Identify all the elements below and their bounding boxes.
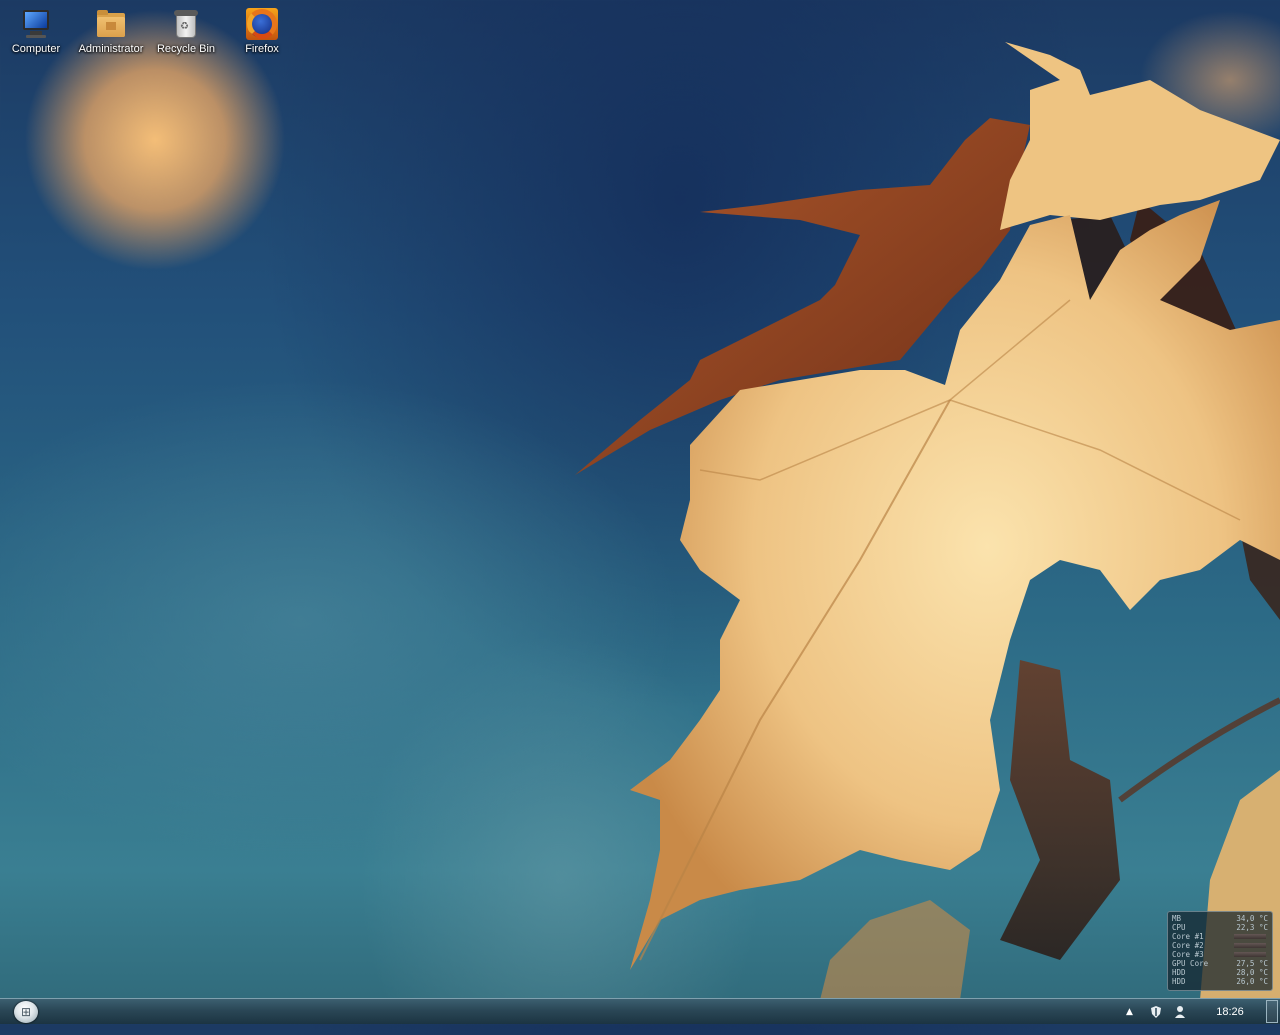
gadget-row-value: 27,5 °C	[1236, 959, 1268, 968]
desktop-icon-computer[interactable]: Computer	[0, 6, 74, 55]
temperature-monitor-gadget[interactable]: MB 34,0 °C CPU 22,3 °C Core #1 Core #2 C…	[1167, 911, 1273, 991]
gadget-row-cpu: CPU 22,3 °C	[1172, 923, 1268, 932]
gadget-row-bar	[1234, 952, 1266, 957]
gadget-row-label: HDD	[1172, 977, 1186, 986]
wallpaper-autumn-leaves	[575, 42, 1280, 1000]
desktop-icon-label: Administrator	[78, 43, 144, 55]
gadget-row-value: 28,0 °C	[1236, 968, 1268, 977]
desktop-icon-administrator[interactable]: Administrator	[73, 6, 149, 55]
windows-logo-icon: ⊞	[20, 1005, 32, 1019]
computer-icon	[20, 8, 52, 40]
firefox-icon	[246, 8, 278, 40]
gadget-row-value: 34,0 °C	[1236, 914, 1268, 923]
gadget-row-label: CPU	[1172, 923, 1186, 932]
tray-expand-icon[interactable]: ▲	[1126, 999, 1133, 1025]
desktop-icon-firefox[interactable]: Firefox	[224, 6, 300, 55]
desktop-icon-recycle-bin[interactable]: ♻ Recycle Bin	[148, 6, 224, 55]
show-desktop-button[interactable]	[1266, 1000, 1278, 1023]
gadget-row-label: Core #3	[1172, 950, 1204, 959]
gadget-row-label: HDD	[1172, 968, 1186, 977]
gadget-row-core-1: Core #1	[1172, 932, 1268, 941]
gadget-row-bar	[1234, 934, 1266, 939]
gadget-row-label: GPU Core	[1172, 959, 1209, 968]
start-button[interactable]: ⊞	[14, 1001, 38, 1023]
gadget-row-value: 22,3 °C	[1236, 923, 1268, 932]
gadget-row-label: MB	[1172, 914, 1182, 923]
gadget-row-hdd-2: HDD 26,0 °C	[1172, 977, 1268, 986]
gadget-row-core-3: Core #3	[1172, 950, 1268, 959]
user-icon[interactable]	[1174, 999, 1186, 1025]
taskbar: ⊞ ▲ 18:26	[0, 998, 1280, 1024]
gadget-row-gpu-core: GPU Core 27,5 °C	[1172, 959, 1268, 968]
gadget-row-value: 26,0 °C	[1236, 977, 1268, 986]
desktop-icon-label: Computer	[11, 43, 61, 55]
user-folder-icon	[95, 8, 127, 40]
clock[interactable]: 18:26	[1207, 999, 1253, 1025]
gadget-row-mb: MB 34,0 °C	[1172, 914, 1268, 923]
recycle-bin-icon: ♻	[170, 8, 202, 40]
desktop-icon-label: Firefox	[245, 43, 279, 55]
gadget-row-core-2: Core #2	[1172, 941, 1268, 950]
shield-icon[interactable]	[1150, 999, 1162, 1025]
gadget-row-label: Core #1	[1172, 932, 1204, 941]
gadget-row-hdd-1: HDD 28,0 °C	[1172, 968, 1268, 977]
gadget-row-label: Core #2	[1172, 941, 1204, 950]
gadget-row-bar	[1234, 943, 1266, 948]
desktop-icon-label: Recycle Bin	[156, 43, 216, 55]
